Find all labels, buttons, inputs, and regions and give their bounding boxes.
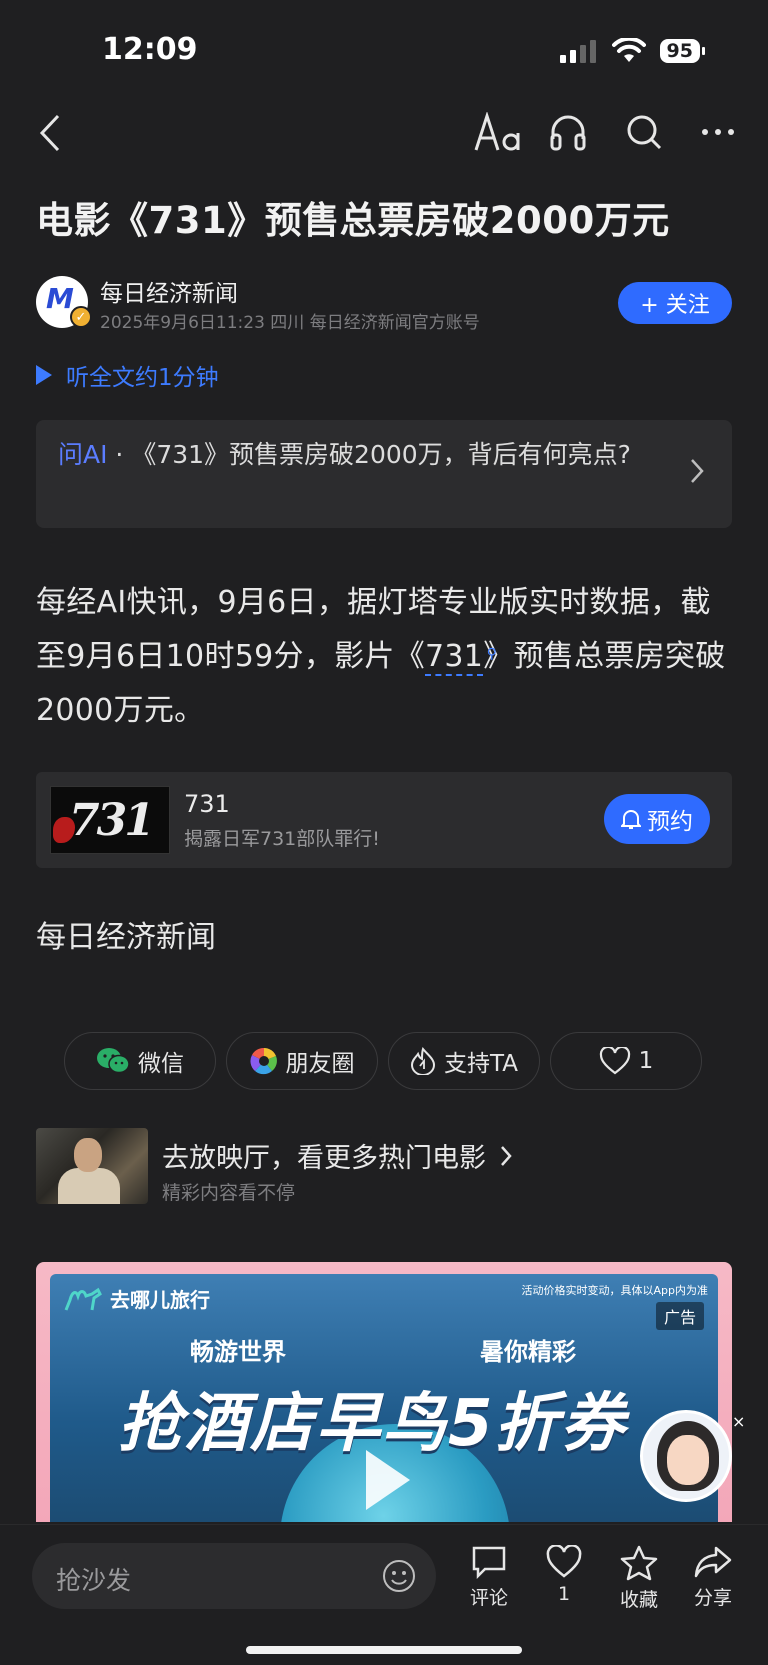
ad-brand-name: 去哪儿旅行 — [110, 1288, 210, 1312]
more-button[interactable] — [696, 108, 740, 156]
ad-tag[interactable]: 广告 — [655, 1302, 704, 1330]
share-row: 微信 朋友圈 支持TA 1 — [64, 1032, 702, 1090]
camel-logo-icon — [64, 1287, 102, 1311]
share-wechat-button[interactable]: 微信 — [64, 1032, 216, 1090]
article-meta: 2025年9月6日11:23 四川 每日经济新闻官方账号 — [100, 313, 480, 333]
comment-button[interactable]: 评论 — [454, 1545, 524, 1610]
home-indicator — [246, 1646, 522, 1654]
comment-icon — [472, 1546, 506, 1579]
bottom-like-count: 1 — [557, 1583, 571, 1605]
movie-link[interactable]: 731 ⚲ — [425, 639, 497, 676]
article-title: 电影《731》预售总票房破2000万元 — [36, 199, 670, 242]
wifi-icon — [611, 38, 646, 62]
chevron-right-icon — [691, 459, 704, 483]
heart-icon — [599, 1047, 630, 1075]
ad-video[interactable]: 去哪儿旅行 活动价格实时变动，具体以App内为准 广告 畅游世界 暑你精彩 抢酒… — [50, 1274, 718, 1522]
back-button[interactable] — [30, 110, 70, 156]
collect-label: 收藏 — [619, 1589, 658, 1611]
reserve-label: 预约 — [647, 809, 693, 835]
wechat-icon — [97, 1048, 130, 1074]
moments-icon — [249, 1047, 277, 1075]
ad-brand: 去哪儿旅行 — [64, 1284, 210, 1313]
play-icon — [36, 365, 52, 385]
ask-ai-card[interactable]: 问AI · 《731》预售票房破2000万，背后有何亮点? — [36, 420, 732, 528]
movie-name: 731 — [184, 790, 230, 818]
close-icon[interactable]: × — [732, 1414, 748, 1430]
thumb-figure — [58, 1168, 120, 1204]
heart-icon — [546, 1545, 582, 1578]
signal-icon — [559, 40, 596, 63]
thumb-face — [74, 1138, 102, 1172]
comment-label: 评论 — [469, 1587, 508, 1609]
status-time: 12:09 — [102, 32, 198, 67]
brand-logo: M — [46, 282, 74, 315]
recommend-link[interactable]: 去放映厅，看更多热门电影 — [162, 1136, 512, 1175]
star-icon — [620, 1545, 658, 1581]
comment-placeholder: 抢沙发 — [56, 1566, 132, 1595]
support-label: 支持TA — [444, 1051, 518, 1077]
share-moments-label: 朋友圈 — [285, 1051, 355, 1077]
recommend-subtitle: 精彩内容看不停 — [162, 1182, 296, 1204]
listen-full-article[interactable]: 听全文约1分钟 — [36, 358, 219, 392]
search-link-icon: ⚲ — [486, 646, 498, 662]
recommend-title: 去放映厅，看更多热门电影 — [162, 1143, 486, 1174]
ad-slogan-1: 畅游世界 — [190, 1338, 286, 1366]
bottom-like-button[interactable]: 1 — [529, 1545, 599, 1605]
share-label: 分享 — [693, 1587, 732, 1609]
more-icon — [702, 129, 734, 135]
author-name[interactable]: 每日经济新闻 — [100, 274, 238, 308]
poster-title: 731 — [69, 795, 155, 846]
headphones-icon — [550, 115, 586, 151]
share-wechat-label: 微信 — [138, 1051, 184, 1077]
support-button[interactable]: 支持TA — [388, 1032, 540, 1090]
ad-fine-print: 活动价格实时变动，具体以App内为准 — [521, 1284, 709, 1297]
ad-banner[interactable]: 去哪儿旅行 活动价格实时变动，具体以App内为准 广告 畅游世界 暑你精彩 抢酒… — [36, 1262, 732, 1522]
font-size-icon — [474, 112, 520, 151]
ask-ai-text: 问AI · 《731》预售票房破2000万，背后有何亮点? — [58, 436, 658, 474]
listen-label: 听全文约1分钟 — [66, 365, 219, 391]
follow-button[interactable]: + 关注 — [618, 282, 732, 324]
recommend-thumbnail[interactable] — [36, 1128, 148, 1204]
ask-ai-label: 问AI — [58, 440, 108, 469]
movie-subtitle: 揭露日军731部队罪行! — [184, 828, 380, 850]
font-size-button[interactable] — [470, 108, 526, 156]
bottom-bar: 抢沙发 评论 1 收藏 分享 — [0, 1524, 768, 1665]
reserve-button[interactable]: 预约 — [604, 794, 710, 844]
chevron-left-icon — [39, 114, 60, 152]
bell-icon — [621, 810, 641, 829]
share-moments-button[interactable]: 朋友圈 — [226, 1032, 378, 1090]
chevron-right-icon — [501, 1145, 512, 1166]
play-icon[interactable] — [366, 1450, 410, 1510]
status-icons: 95 — [558, 38, 706, 64]
support-icon — [410, 1047, 436, 1075]
article-source: 每日经济新闻 — [36, 920, 216, 955]
like-button[interactable]: 1 — [550, 1032, 702, 1090]
emoji-icon[interactable] — [382, 1559, 416, 1593]
search-icon — [627, 115, 662, 150]
assistant-face — [667, 1435, 709, 1485]
ask-ai-question: · 《731》预售票房破2000万，背后有何亮点? — [107, 440, 631, 469]
share-icon — [694, 1546, 732, 1578]
collect-button[interactable]: 收藏 — [604, 1545, 674, 1612]
search-button[interactable] — [622, 108, 666, 156]
movie-link-text: 731 — [425, 639, 484, 674]
share-button[interactable]: 分享 — [678, 1545, 748, 1610]
battery-icon: 95 — [659, 39, 706, 63]
listen-button[interactable] — [546, 108, 590, 156]
like-count: 1 — [638, 1048, 654, 1074]
ai-assistant-avatar[interactable] — [640, 1410, 732, 1502]
article-body: 每经AI快讯，9月6日，据灯塔专业版实时数据，截至9月6日10时59分，影片《7… — [36, 576, 736, 738]
ad-slogan-2: 暑你精彩 — [480, 1338, 576, 1366]
movie-poster: 731 — [50, 786, 170, 854]
verified-icon: ✓ — [70, 306, 92, 328]
movie-card[interactable]: 731 731 揭露日军731部队罪行! 预约 — [36, 772, 732, 868]
comment-input[interactable]: 抢沙发 — [32, 1543, 436, 1609]
